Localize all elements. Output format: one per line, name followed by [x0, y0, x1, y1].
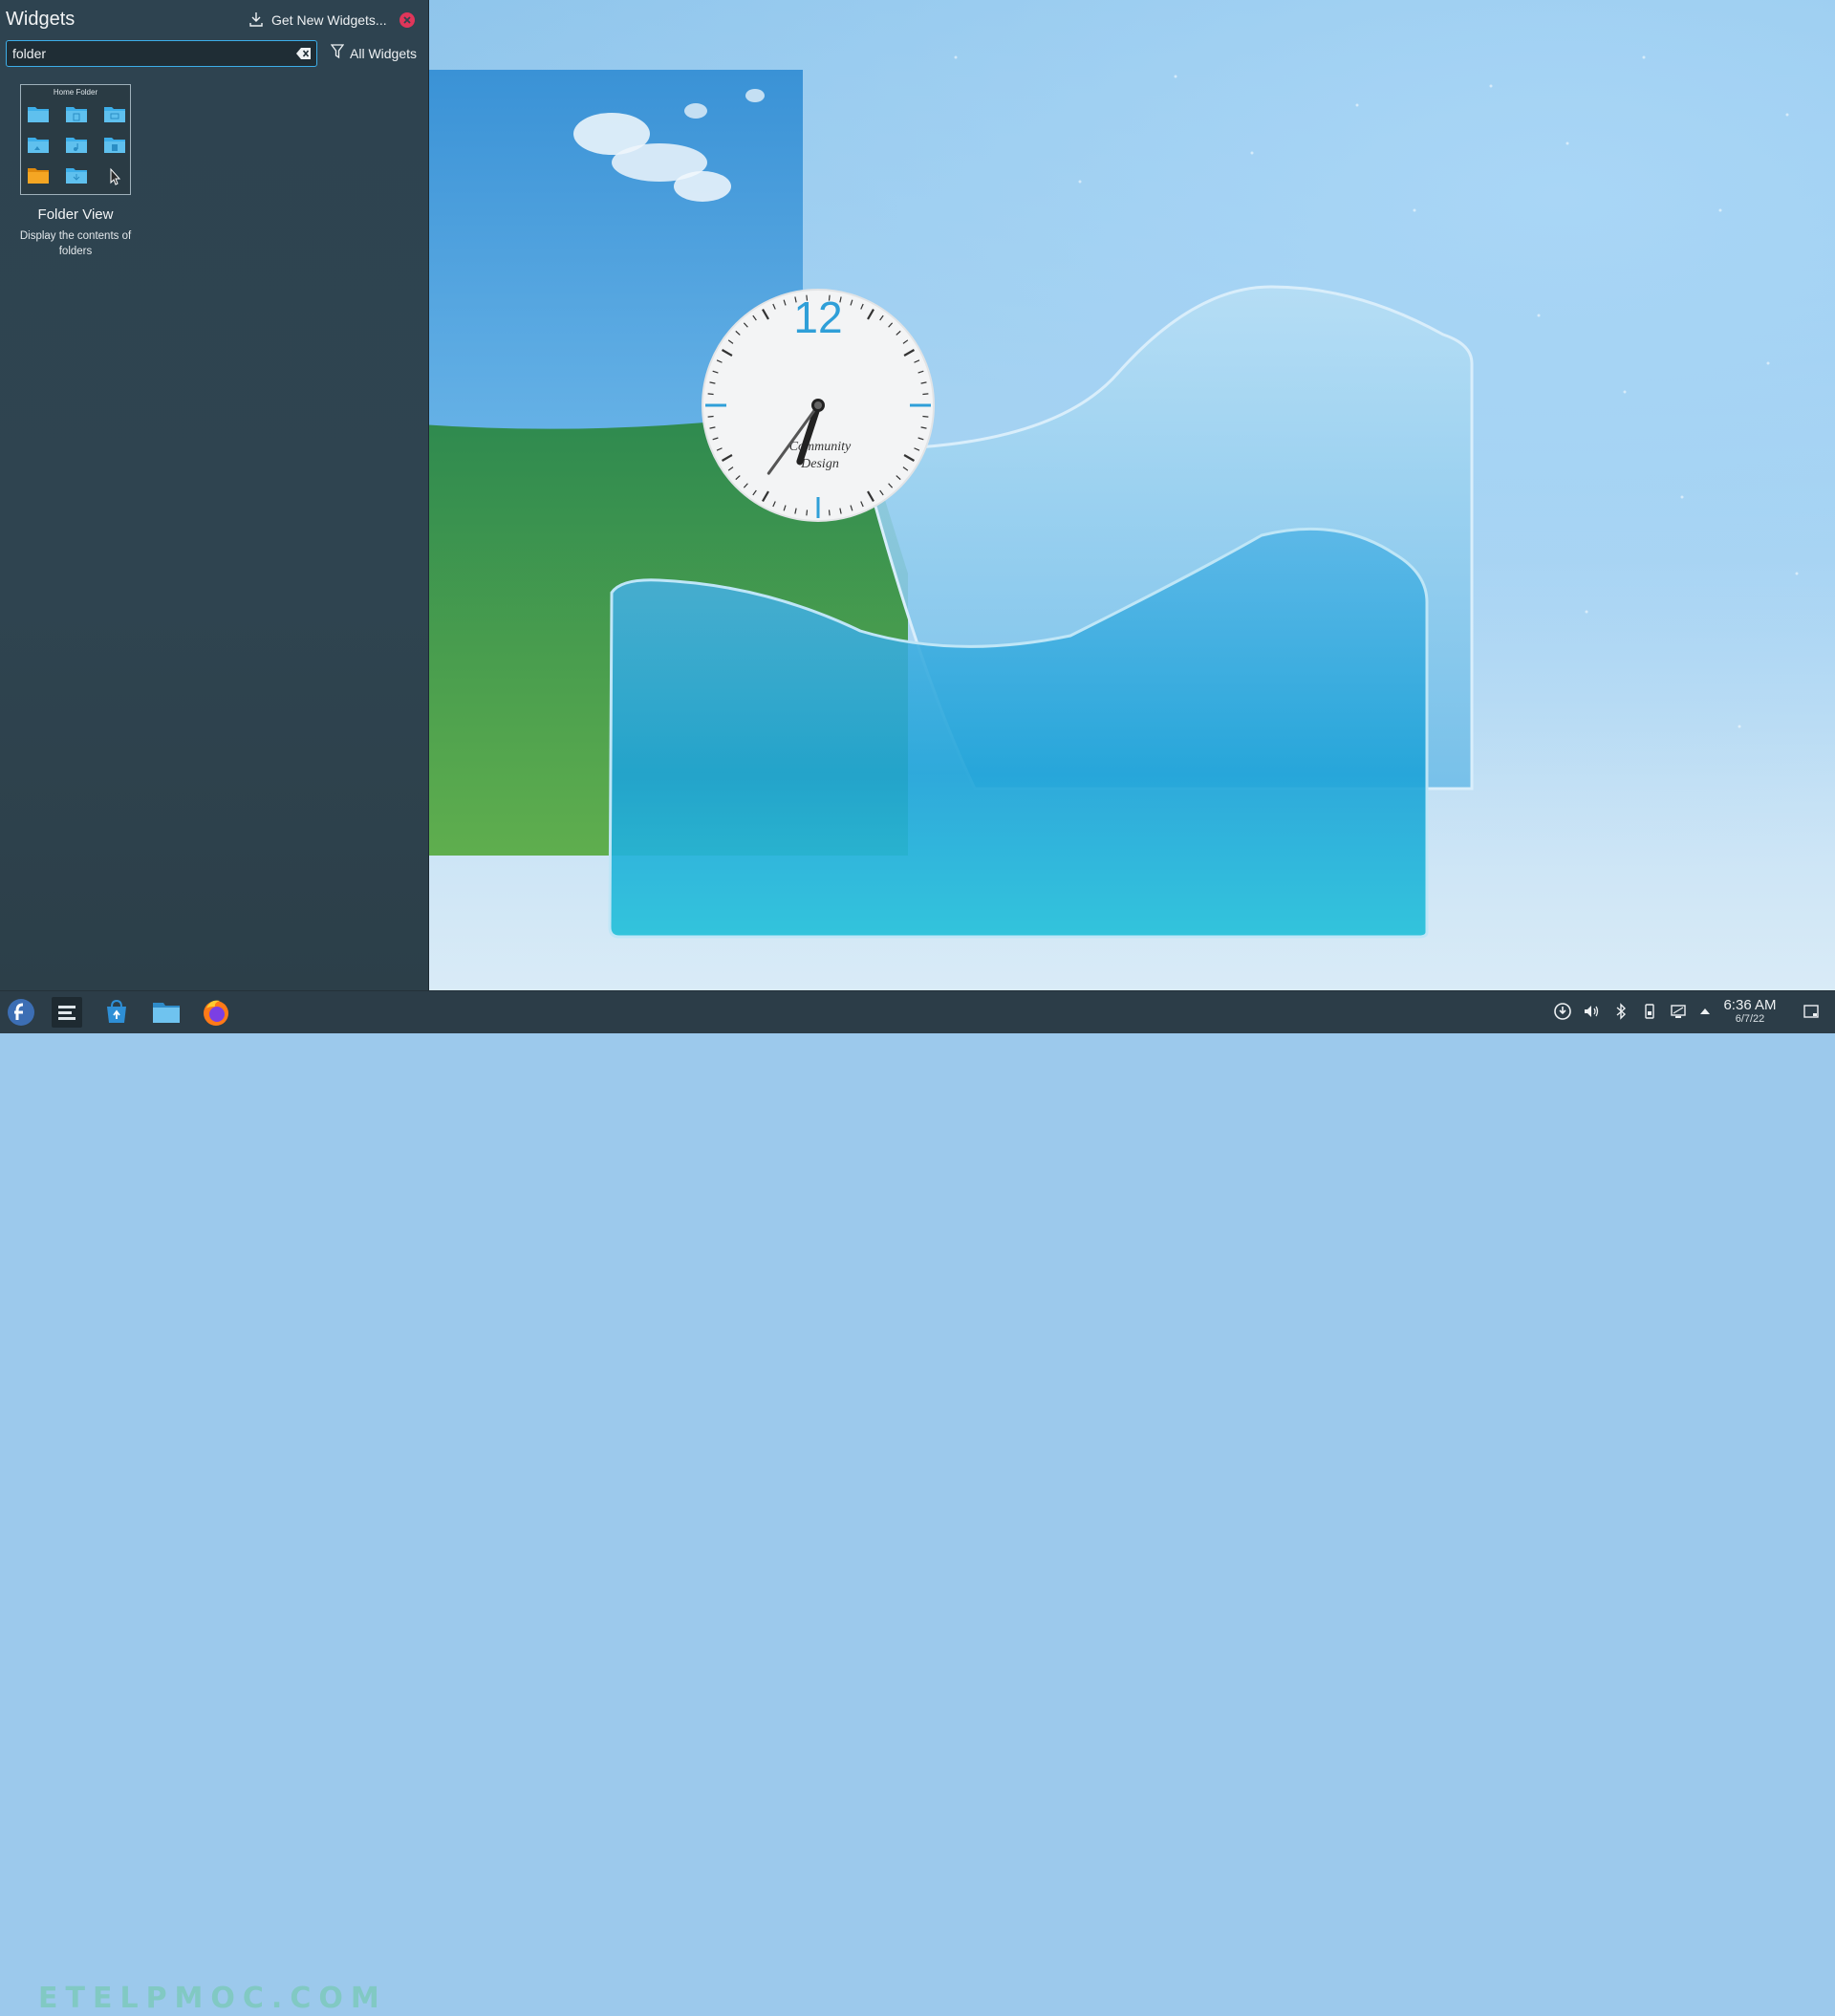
clock-tick — [707, 393, 714, 396]
folder-icon — [28, 107, 49, 122]
widgets-explorer-panel: Widgets Get New Widgets... All Widgets H… — [0, 0, 428, 990]
clock-face: 12 Community Design — [702, 289, 935, 522]
fedora-launcher-icon[interactable] — [6, 997, 36, 1028]
widget-description: Display the contents of folders — [19, 230, 132, 257]
search-field — [6, 40, 317, 67]
show-desktop-icon[interactable] — [1803, 1003, 1820, 1020]
clock-numeral-12: 12 — [793, 293, 842, 342]
clock-tick — [922, 393, 929, 396]
clear-search-button[interactable] — [295, 46, 313, 61]
clock-tick — [828, 509, 831, 516]
mouse-cursor-icon — [110, 167, 121, 185]
clock-time: 6:36 AM — [1723, 997, 1777, 1013]
analog-clock-widget[interactable]: 12 Community Design — [701, 288, 936, 523]
folder-documents-icon — [66, 107, 87, 122]
widget-card-folder-view[interactable]: Home Folder Folder View Display the cont… — [13, 84, 138, 259]
thumbnail-title: Home Folder — [53, 88, 98, 97]
close-icon — [403, 16, 411, 24]
clock-brand-line1: Community — [789, 440, 852, 454]
folder-orange-icon — [28, 168, 49, 184]
close-panel-button[interactable] — [399, 12, 415, 28]
clock-brand-line2: Design — [800, 457, 839, 471]
bluetooth-icon[interactable] — [1612, 1003, 1630, 1020]
volume-icon[interactable] — [1583, 1003, 1600, 1020]
updates-icon[interactable] — [1554, 1003, 1571, 1020]
category-filter-button[interactable]: All Widgets — [330, 44, 418, 62]
folder-desktop-icon — [104, 107, 125, 122]
panel-title: Widgets — [6, 9, 76, 30]
folder-pictures-icon — [28, 138, 49, 153]
folder-downloads-icon — [66, 168, 87, 184]
file-manager-icon[interactable] — [151, 997, 182, 1028]
clock-tick — [707, 415, 714, 418]
discover-store-icon[interactable] — [101, 997, 132, 1028]
widget-name: Folder View — [37, 206, 114, 223]
pager-icon[interactable] — [52, 997, 82, 1028]
clock-date: 6/7/22 — [1735, 1013, 1765, 1025]
search-input[interactable] — [7, 41, 295, 66]
site-watermark: ETELPMOC.COM — [38, 1982, 387, 2015]
digital-clock[interactable]: 6:36 AM 6/7/22 — [1716, 997, 1783, 1025]
clock-tick — [922, 415, 929, 418]
removable-device-icon[interactable] — [1641, 1003, 1658, 1020]
thumbnail-folder-grid — [27, 104, 130, 188]
filter-label: All Widgets — [350, 45, 418, 61]
get-new-widgets-label: Get New Widgets... — [271, 12, 387, 28]
expand-tray-icon[interactable] — [1696, 1003, 1714, 1020]
firefox-icon[interactable] — [201, 997, 231, 1028]
clock-tick — [806, 509, 809, 516]
get-new-widgets-button[interactable]: Get New Widgets... — [248, 8, 387, 33]
taskbar: ETELPMOC.COM 6:36 AM 6/7/22 — [0, 990, 1835, 2015]
download-icon — [248, 11, 264, 30]
folder-templates-icon — [104, 138, 125, 153]
folder-music-icon — [66, 138, 87, 153]
network-icon[interactable] — [1670, 1003, 1687, 1020]
clear-text-icon — [296, 48, 311, 59]
widget-thumbnail: Home Folder — [20, 84, 131, 195]
filter-icon — [330, 44, 345, 62]
